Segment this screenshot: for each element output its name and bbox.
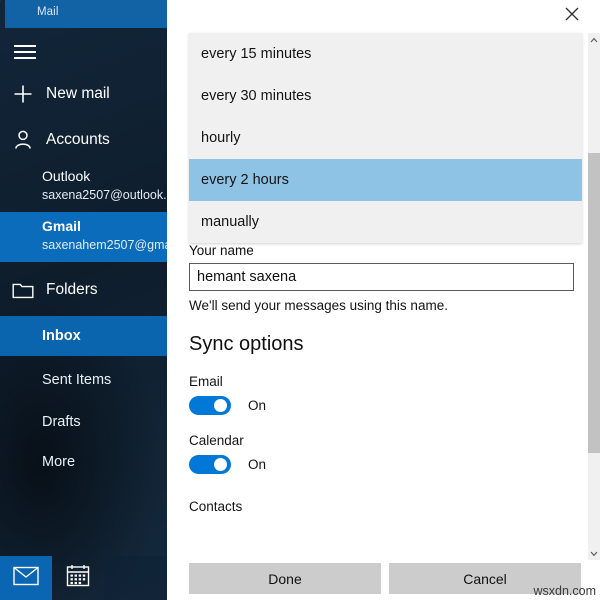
calendar-sync-row: On xyxy=(189,455,582,474)
dropdown-option-label: hourly xyxy=(201,130,241,146)
nav-item-folders[interactable]: Folders xyxy=(0,268,167,312)
account-settings-pane: every 15 minutes every 30 minutes hourly… xyxy=(167,0,600,600)
folder-icon xyxy=(0,281,46,299)
scrollbar-thumb[interactable] xyxy=(588,153,600,453)
app-title: Mail xyxy=(37,6,59,18)
email-sync-state: On xyxy=(248,398,267,413)
email-sync-row: On xyxy=(189,396,582,415)
nav-item-accounts[interactable]: Accounts xyxy=(0,118,167,162)
folder-label: Drafts xyxy=(42,414,81,430)
account-item-gmail[interactable]: Gmail saxenahem2507@gma xyxy=(0,212,167,262)
dropdown-option-hourly[interactable]: hourly xyxy=(189,117,582,159)
contacts-sync-label: Contacts xyxy=(189,499,243,514)
dropdown-option-every-30-minutes[interactable]: every 30 minutes xyxy=(189,75,582,117)
email-sync-toggle[interactable] xyxy=(189,396,231,415)
sync-options-heading: Sync options xyxy=(189,333,304,355)
nav-list: New mail Accounts Outlook saxena2507@out… xyxy=(0,28,167,600)
dropdown-option-label: every 15 minutes xyxy=(201,46,312,62)
folder-label: More xyxy=(42,454,76,470)
dropdown-option-label: manually xyxy=(201,214,260,230)
nav-item-label: New mail xyxy=(46,85,110,102)
folder-item-sent-items[interactable]: Sent Items xyxy=(0,360,167,400)
account-email: saxena2507@outlook. xyxy=(42,188,167,202)
chevron-down-icon[interactable] xyxy=(588,547,600,560)
bottom-bar-calendar-button[interactable] xyxy=(52,556,104,600)
your-name-input[interactable] xyxy=(189,263,574,291)
bottom-bar-mail-button[interactable] xyxy=(0,556,52,600)
bottom-bar-filler xyxy=(104,556,167,600)
folder-item-drafts[interactable]: Drafts xyxy=(0,402,167,442)
plus-icon xyxy=(0,83,46,105)
sync-frequency-dropdown[interactable]: every 15 minutes every 30 minutes hourly… xyxy=(189,33,582,243)
toggle-knob xyxy=(214,458,227,471)
watermark: wsxdn.com xyxy=(533,584,596,598)
toggle-knob xyxy=(214,399,227,412)
dropdown-option-label: every 30 minutes xyxy=(201,88,312,104)
person-icon xyxy=(0,129,46,151)
account-email: saxenahem2507@gma xyxy=(42,238,167,252)
account-name: Outlook xyxy=(42,168,91,184)
mail-icon xyxy=(13,566,39,591)
mail-bottom-bar xyxy=(0,556,167,600)
nav-item-label: Folders xyxy=(46,281,98,298)
calendar-sync-label: Calendar xyxy=(189,433,244,448)
settings-scrollbar[interactable] xyxy=(588,33,600,560)
account-name: Gmail xyxy=(42,218,81,234)
close-icon[interactable] xyxy=(552,0,592,28)
folder-item-more[interactable]: More xyxy=(0,442,167,482)
mail-title-bar: Mail xyxy=(5,0,167,28)
chevron-up-icon[interactable] xyxy=(588,33,600,46)
done-button[interactable]: Done xyxy=(189,563,381,594)
folder-label: Inbox xyxy=(42,328,81,344)
dialog-actions: Done Cancel xyxy=(189,563,582,594)
your-name-label: Your name xyxy=(189,243,254,258)
calendar-sync-toggle[interactable] xyxy=(189,455,231,474)
your-name-helper-text: We'll send your messages using this name… xyxy=(189,298,448,313)
dropdown-option-label: every 2 hours xyxy=(201,172,289,188)
calendar-sync-state: On xyxy=(248,457,267,472)
folder-item-inbox[interactable]: Inbox xyxy=(0,316,167,356)
mail-navigation-pane: Mail New mail Accounts Outlook saxena250… xyxy=(0,0,167,600)
dropdown-option-every-15-minutes[interactable]: every 15 minutes xyxy=(189,33,582,75)
email-sync-label: Email xyxy=(189,374,223,389)
calendar-icon xyxy=(66,564,90,592)
app-window: Mail New mail Accounts Outlook saxena250… xyxy=(0,0,600,600)
nav-item-new-mail[interactable]: New mail xyxy=(0,72,167,116)
dropdown-option-every-2-hours[interactable]: every 2 hours xyxy=(189,159,582,201)
account-item-outlook[interactable]: Outlook saxena2507@outlook. xyxy=(0,164,167,208)
dropdown-option-manually[interactable]: manually xyxy=(189,201,582,243)
folder-label: Sent Items xyxy=(42,372,112,388)
settings-form: Your name We'll send your messages using… xyxy=(189,243,582,514)
hamburger-menu-icon[interactable] xyxy=(10,38,42,66)
nav-item-label: Accounts xyxy=(46,131,110,148)
